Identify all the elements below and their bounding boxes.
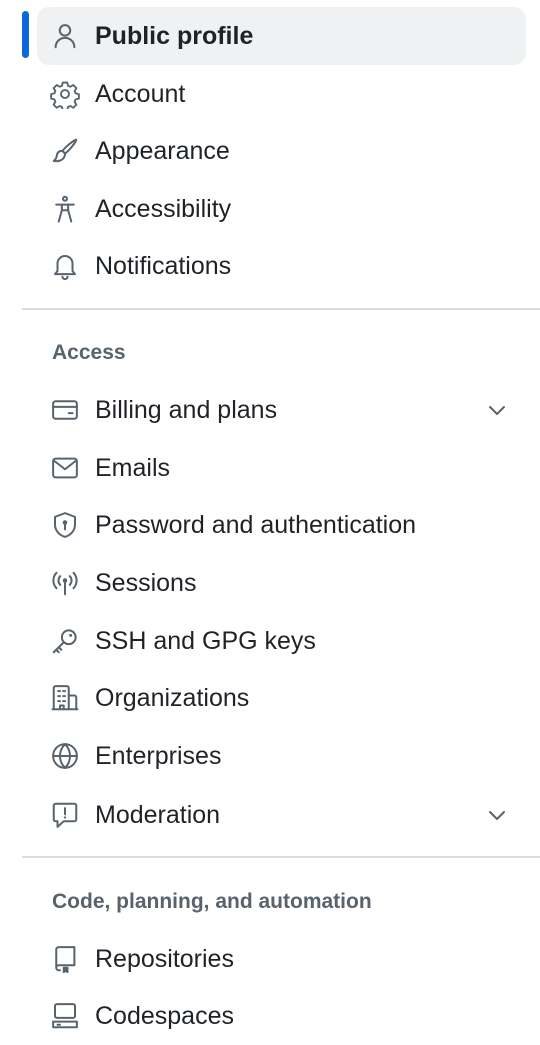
nav-item-label: Account	[95, 80, 186, 108]
section-divider	[22, 856, 540, 858]
globe-icon	[50, 741, 80, 771]
nav-item-label: Repositories	[95, 945, 234, 973]
nav-item-organizations[interactable]: Organizations	[37, 669, 526, 727]
organization-icon	[50, 683, 80, 713]
nav-item-label: Moderation	[95, 801, 221, 829]
nav-item-label: Emails	[95, 454, 171, 482]
nav-item-repositories[interactable]: Repositories	[37, 930, 526, 988]
nav-item-public-profile[interactable]: Public profile	[37, 7, 526, 65]
nav-item-label: SSH and GPG keys	[95, 627, 316, 655]
credit-card-icon	[50, 395, 80, 425]
gear-icon	[50, 79, 80, 109]
mail-icon	[50, 453, 80, 483]
nav-item-label: Enterprises	[95, 742, 222, 770]
nav-item-notifications[interactable]: Notifications	[37, 237, 526, 295]
nav-item-appearance[interactable]: Appearance	[37, 122, 526, 180]
nav-item-label: Password and authentication	[95, 511, 417, 539]
chevron-down-icon[interactable]	[485, 398, 509, 422]
shield-lock-icon	[50, 510, 80, 540]
nav-item-moderation[interactable]: Moderation	[37, 786, 526, 844]
nav-item-label: Billing and plans	[95, 396, 278, 424]
report-icon	[50, 800, 80, 830]
section-divider	[22, 308, 540, 310]
nav-item-codespaces[interactable]: Codespaces	[37, 987, 526, 1045]
nav-item-sessions[interactable]: Sessions	[37, 554, 526, 612]
key-icon	[50, 626, 80, 656]
settings-sidebar-nav: Public profile Account Appearance Access…	[0, 0, 540, 1030]
nav-item-label: Appearance	[95, 137, 230, 165]
chevron-down-icon[interactable]	[485, 803, 509, 827]
broadcast-icon	[50, 568, 80, 598]
nav-item-label: Codespaces	[95, 1002, 234, 1030]
nav-item-password-and-authentication[interactable]: Password and authentication	[37, 496, 526, 554]
accessibility-icon	[50, 194, 80, 224]
codespaces-icon	[50, 1001, 80, 1031]
nav-item-ssh-and-gpg-keys[interactable]: SSH and GPG keys	[37, 612, 526, 670]
nav-item-label: Organizations	[95, 684, 250, 712]
nav-item-label: Accessibility	[95, 195, 232, 223]
nav-item-enterprises[interactable]: Enterprises	[37, 727, 526, 785]
repo-icon	[50, 944, 80, 974]
active-item-indicator	[22, 11, 29, 58]
nav-item-label: Public profile	[95, 22, 254, 50]
nav-item-billing-and-plans[interactable]: Billing and plans	[37, 381, 526, 439]
nav-item-emails[interactable]: Emails	[37, 439, 526, 497]
bell-icon	[50, 251, 80, 281]
nav-item-label: Notifications	[95, 252, 232, 280]
paintbrush-icon	[50, 136, 80, 166]
person-icon	[50, 21, 80, 51]
nav-item-label: Sessions	[95, 569, 197, 597]
nav-item-account[interactable]: Account	[37, 65, 526, 123]
section-heading-code-planning-automation: Code, planning, and automation	[52, 890, 372, 913]
section-heading-access: Access	[52, 341, 126, 364]
nav-item-accessibility[interactable]: Accessibility	[37, 180, 526, 238]
